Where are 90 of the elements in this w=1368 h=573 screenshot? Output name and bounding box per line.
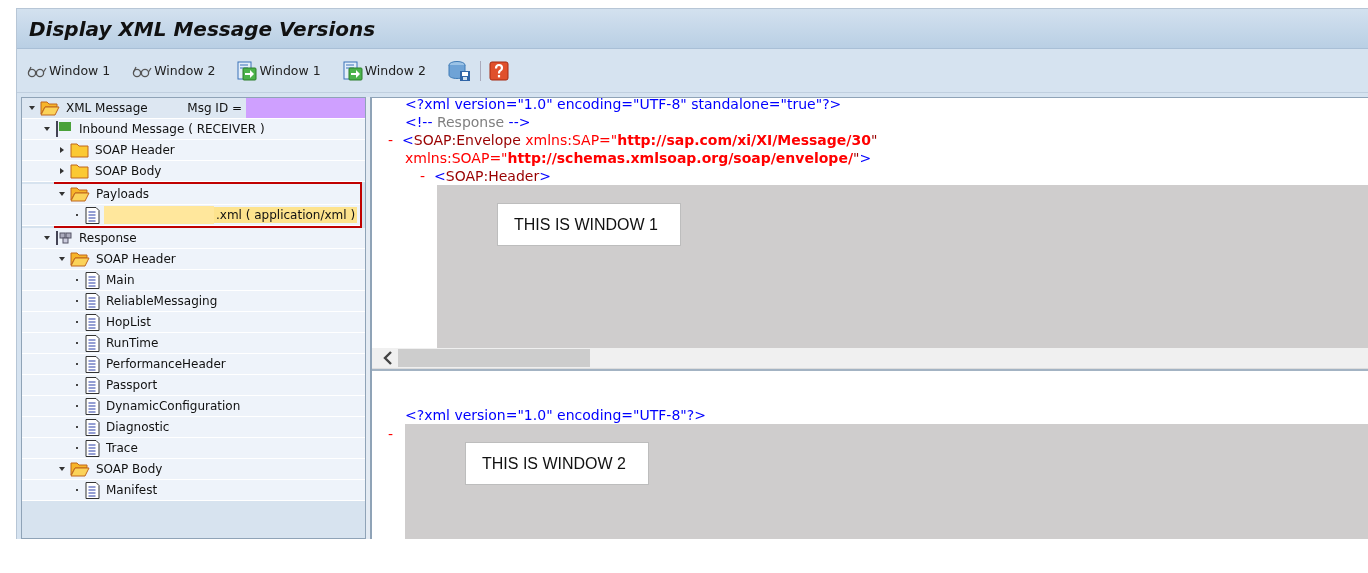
tree-item-label[interactable]: Manifest xyxy=(104,482,160,498)
tree-item-label[interactable]: SOAP Body xyxy=(93,163,164,179)
tree-row[interactable]: SOAP Body xyxy=(22,459,365,480)
tree-item-label[interactable]: Main xyxy=(104,272,137,288)
document-icon xyxy=(85,418,100,436)
open-folder-icon xyxy=(40,100,60,116)
tree-item-label[interactable]: PerformanceHeader xyxy=(104,356,228,372)
folder-icon xyxy=(70,142,89,158)
horizontal-scrollbar[interactable] xyxy=(372,348,1368,368)
caret-down-icon[interactable] xyxy=(28,104,36,112)
tree-row[interactable]: ReliableMessaging xyxy=(22,291,365,312)
tree-item-label[interactable]: Payloads xyxy=(94,186,152,202)
caret-down-icon[interactable] xyxy=(58,255,66,263)
scroll-left-icon[interactable] xyxy=(382,351,394,365)
toolbar-button[interactable]: Window 2 xyxy=(340,58,428,83)
tree-row[interactable]: Passport xyxy=(22,375,365,396)
window-title: Display XML Message Versions xyxy=(29,16,376,41)
tree-row[interactable]: Response xyxy=(22,228,365,249)
tree-row[interactable]: Payloads xyxy=(22,184,360,205)
tree-row[interactable]: Diagnostic xyxy=(22,417,365,438)
toolbar-button[interactable]: Window 2 xyxy=(130,61,218,80)
tree-row[interactable]: Inbound Message ( RECEIVER ) xyxy=(22,119,365,140)
tree-item-label[interactable]: ReliableMessaging xyxy=(104,293,220,309)
tree-item-label[interactable]: .xml ( application/xml ) xyxy=(214,207,358,223)
caret-down-icon[interactable] xyxy=(58,190,66,198)
xml-line: <!-- Response --> xyxy=(404,113,532,131)
tree-item-label[interactable]: SOAP Body xyxy=(94,461,165,477)
scrollbar-thumb[interactable] xyxy=(398,349,590,367)
folder-icon xyxy=(70,163,89,179)
xml-line: - <SOAP:Header> xyxy=(419,167,552,185)
caret-down-icon[interactable] xyxy=(43,125,51,133)
toolbar-button[interactable]: Window 1 xyxy=(235,58,323,83)
tree-item-label[interactable]: SOAP Header xyxy=(93,142,177,158)
document-arrow-icon xyxy=(342,60,363,81)
document-icon xyxy=(85,334,100,352)
tree-row[interactable]: Main xyxy=(22,270,365,291)
tree-item-label[interactable]: XML Message xyxy=(64,100,150,116)
caret-down-icon[interactable] xyxy=(43,234,51,242)
tree-item-label[interactable]: SOAP Header xyxy=(94,251,178,267)
document-arrow-icon xyxy=(237,60,258,81)
help-button[interactable] xyxy=(486,58,511,83)
caret-down-icon[interactable] xyxy=(58,465,66,473)
tree-row[interactable]: DynamicConfiguration xyxy=(22,396,365,417)
tree-row[interactable]: Trace xyxy=(22,438,365,459)
tree-row[interactable]: Manifest xyxy=(22,480,365,501)
annotation-label: THIS IS WINDOW 2 xyxy=(465,442,649,485)
collapse-marker[interactable]: - xyxy=(388,132,403,148)
tree-item-label[interactable]: HopList xyxy=(104,314,153,330)
xml-line: xmlns:SOAP="http://schemas.xmlsoap.org/soap/envelope/"> xyxy=(404,149,873,167)
toolbar-button[interactable]: Window 1 xyxy=(25,61,113,80)
tree-item-label[interactable]: Passport xyxy=(104,377,160,393)
document-icon xyxy=(85,397,100,415)
tree-row[interactable]: .xml ( application/xml ) xyxy=(22,205,360,226)
xml-line: <?xml version="1.0" encoding="UTF-8"?> xyxy=(404,406,707,424)
tree-item-label[interactable]: Inbound Message ( RECEIVER ) xyxy=(77,121,267,137)
open-folder-icon xyxy=(70,461,90,477)
stack-icon xyxy=(55,231,73,245)
tree-row[interactable]: PerformanceHeader xyxy=(22,354,365,375)
tree-row[interactable]: HopList xyxy=(22,312,365,333)
document-icon xyxy=(85,439,100,457)
msg-id-label: Msg ID = xyxy=(187,101,242,115)
open-folder-icon xyxy=(70,251,90,267)
document-icon xyxy=(85,271,100,289)
flag-icon xyxy=(55,121,73,137)
collapse-marker[interactable]: - xyxy=(420,168,435,184)
tree-item-label[interactable]: Response xyxy=(77,230,139,246)
xml-line: <?xml version="1.0" encoding="UTF-8" standalone="true"?> xyxy=(404,98,843,113)
annotation-label: THIS IS WINDOW 1 xyxy=(497,203,681,246)
database-save-icon xyxy=(447,59,472,82)
caret-right-icon[interactable] xyxy=(58,167,66,175)
xml-line: - <SOAP:Envelope xmlns:SAP="http://sap.com/xi/XI/Message/30" xyxy=(387,131,879,149)
tree-item-label[interactable]: DynamicConfiguration xyxy=(104,398,243,414)
document-icon xyxy=(85,206,100,224)
help-icon xyxy=(488,60,509,81)
collapse-marker[interactable]: - xyxy=(388,426,405,442)
tree-item-label[interactable]: RunTime xyxy=(104,335,161,351)
document-icon xyxy=(85,481,100,499)
tree-row[interactable]: SOAP Header xyxy=(22,249,365,270)
open-folder-icon xyxy=(70,186,90,202)
document-icon xyxy=(85,292,100,310)
caret-right-icon[interactable] xyxy=(58,146,66,154)
tree-item-label[interactable]: Trace xyxy=(104,440,140,456)
tree-item-label[interactable]: Diagnostic xyxy=(104,419,172,435)
tree-row[interactable]: SOAP Body xyxy=(22,161,365,182)
document-icon xyxy=(85,313,100,331)
tree-row[interactable]: XML Message Msg ID = xyxy=(22,98,365,119)
tree-row[interactable]: RunTime xyxy=(22,333,365,354)
document-icon xyxy=(85,355,100,373)
tree-row[interactable]: SOAP Header xyxy=(22,140,365,161)
document-icon xyxy=(85,376,100,394)
